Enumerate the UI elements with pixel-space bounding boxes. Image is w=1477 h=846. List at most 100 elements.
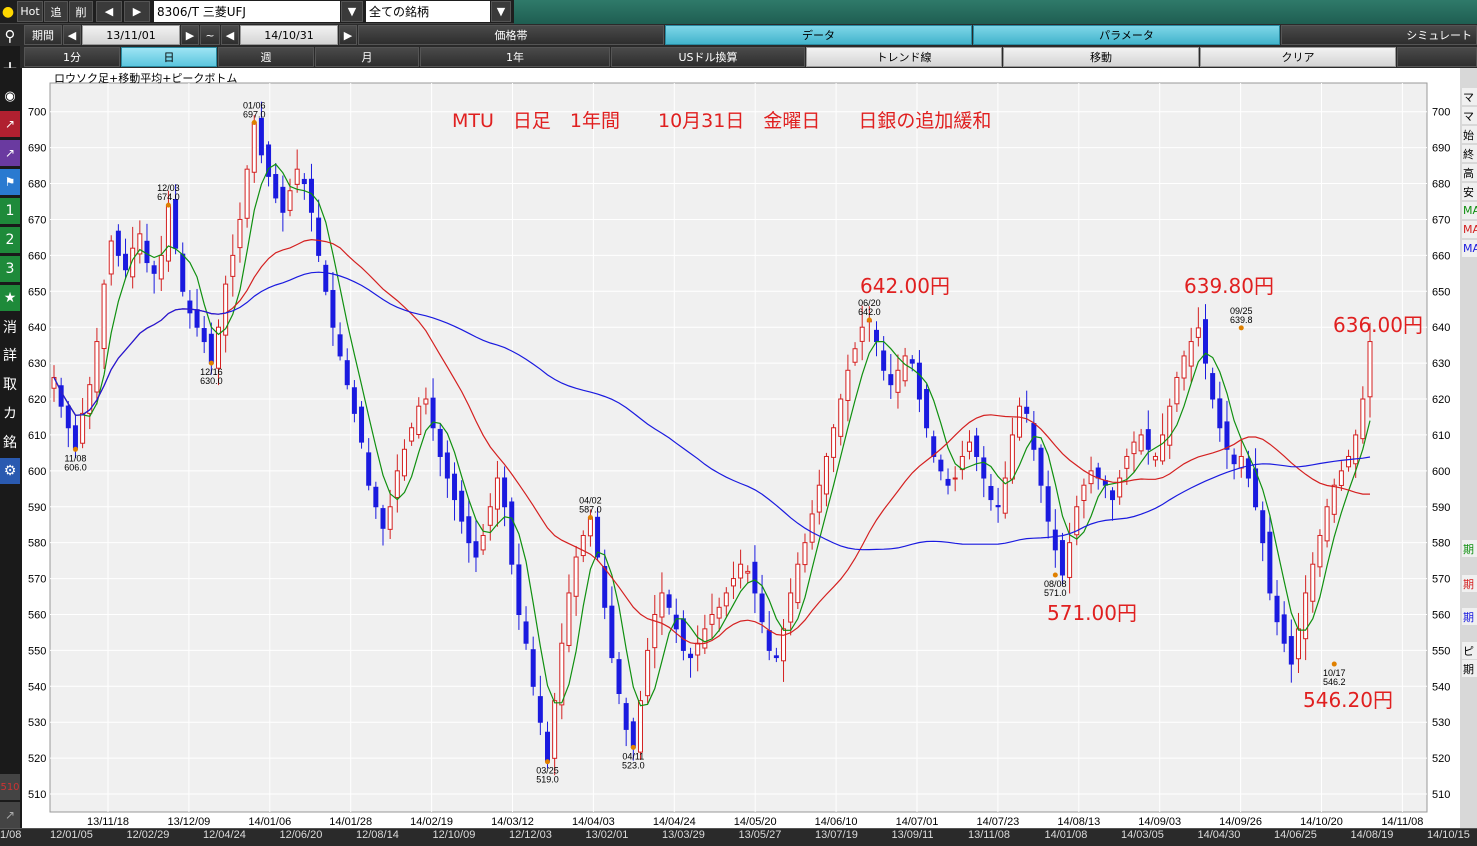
candle-body: [416, 405, 422, 436]
candle-body: [795, 563, 801, 604]
flag-icon[interactable]: ⚑: [0, 169, 20, 195]
period-from-prev-button[interactable]: ◀: [63, 25, 81, 45]
candle-body: [1338, 470, 1344, 486]
prev-symbol-button[interactable]: ◀: [96, 1, 122, 22]
candle-body: [688, 653, 694, 659]
candle-body: [1088, 470, 1094, 485]
right-panel-param[interactable]: 期: [1462, 608, 1477, 625]
interval-day-button[interactable]: 日: [121, 47, 217, 67]
candle-body: [216, 326, 221, 369]
right-panel-param[interactable]: 期: [1462, 575, 1477, 592]
group-dropdown-button[interactable]: ▼: [491, 1, 511, 22]
tool-trade-button[interactable]: 取: [0, 371, 20, 397]
period-to-input[interactable]: 14/10/31: [240, 25, 338, 45]
peak-marker: [1238, 325, 1244, 331]
right-panel-item[interactable]: マ: [1462, 88, 1477, 105]
right-panel-item[interactable]: MA: [1462, 240, 1477, 257]
clear-button[interactable]: クリア: [1200, 47, 1396, 67]
timeline-label: 12/12/03: [509, 829, 552, 841]
period-to-prev-button[interactable]: ◀: [221, 25, 239, 45]
candle-body: [158, 254, 164, 280]
right-panel-item[interactable]: MA: [1462, 202, 1477, 219]
y-tick-label-right: 510: [1432, 789, 1450, 801]
symbol-dropdown-button[interactable]: ▼: [341, 1, 363, 22]
candle-body: [888, 374, 894, 386]
candle-body: [716, 606, 722, 619]
tab-simulate[interactable]: シミュレート: [1281, 25, 1477, 45]
tab-price-band[interactable]: 価格帯: [358, 25, 664, 45]
right-panel-item[interactable]: 安: [1462, 183, 1477, 200]
extra-button[interactable]: [1397, 47, 1477, 67]
candle-body: [616, 659, 622, 694]
peak-marker: [630, 744, 636, 750]
mini-chart-icon[interactable]: 510: [0, 774, 20, 800]
add-button[interactable]: 追: [44, 1, 68, 22]
period-tilde: ~: [200, 25, 220, 45]
symbol-input[interactable]: 8306/T 三菱UFJ: [154, 1, 340, 22]
candle-body: [452, 473, 458, 501]
tab-data[interactable]: データ: [665, 25, 972, 45]
chart-line-icon[interactable]: ↗: [0, 111, 20, 137]
timeline-label: 13/11/08: [968, 829, 1011, 841]
group-select[interactable]: 全ての銘柄: [366, 1, 490, 22]
tool-force-button[interactable]: カ: [0, 400, 20, 426]
candle-body: [702, 628, 708, 649]
right-panel-item[interactable]: マ: [1462, 107, 1477, 124]
right-panel-item[interactable]: 始: [1462, 126, 1477, 143]
candle-body: [580, 534, 586, 557]
candle-body: [280, 186, 286, 213]
period-from-input[interactable]: 13/11/01: [82, 25, 180, 45]
preset-3-button[interactable]: 3: [0, 256, 20, 282]
candle-body: [1031, 423, 1037, 450]
period-from-next-button[interactable]: ▶: [181, 25, 199, 45]
chart-compare-icon[interactable]: ↗: [0, 140, 20, 166]
right-panel-param[interactable]: 期: [1462, 660, 1477, 677]
move-button[interactable]: 移動: [1003, 47, 1199, 67]
annotation-title: MTU 日足 1年間 10月31日 金曜日 日銀の追加緩和: [452, 110, 992, 132]
candle-body: [1045, 486, 1051, 522]
star-icon[interactable]: ★: [0, 285, 20, 311]
tool-symbol-button[interactable]: 銘: [0, 429, 20, 455]
ma-short-line: [53, 163, 1371, 707]
interval-month-button[interactable]: 月: [315, 47, 419, 67]
delete-button[interactable]: 削: [69, 1, 93, 22]
timeline-label: 12/02/29: [126, 829, 170, 841]
candle-body: [766, 630, 772, 651]
candle-body: [773, 655, 779, 659]
right-panel-item[interactable]: 終: [1462, 145, 1477, 162]
x-tick-label: 14/02/19: [410, 816, 453, 828]
y-tick-label-right: 540: [1432, 681, 1450, 693]
range-1year-button[interactable]: 1年: [420, 47, 610, 67]
candle-body: [874, 329, 879, 343]
candle-body: [573, 556, 579, 597]
candle-body: [902, 355, 908, 382]
preset-1-button[interactable]: 1: [0, 198, 20, 224]
search-icon[interactable]: ⚲: [0, 25, 20, 47]
usd-convert-button[interactable]: USドル換算: [611, 47, 805, 67]
tool-erase-button[interactable]: 消: [0, 314, 20, 340]
tab-parameter[interactable]: パラメータ: [973, 25, 1280, 45]
interval-1min-button[interactable]: 1分: [24, 47, 120, 67]
right-panel-item[interactable]: MA: [1462, 221, 1477, 238]
candle-body: [738, 563, 744, 579]
right-panel-param[interactable]: 期: [1462, 540, 1477, 557]
candle-body: [208, 333, 214, 364]
right-panel-param[interactable]: ピ: [1462, 642, 1477, 659]
next-symbol-button[interactable]: ▶: [124, 1, 150, 22]
period-to-next-button[interactable]: ▶: [339, 25, 357, 45]
interval-week-button[interactable]: 週: [218, 47, 314, 67]
tool-detail-button[interactable]: 詳: [0, 342, 20, 368]
candle-body: [652, 613, 658, 649]
mini-chart2-icon[interactable]: ↗: [0, 802, 20, 828]
preset-2-button[interactable]: 2: [0, 227, 20, 253]
trend-line-button[interactable]: トレンド線: [806, 47, 1002, 67]
hot-button[interactable]: Hot: [17, 1, 43, 22]
gear-icon[interactable]: ⚙: [0, 458, 20, 484]
timeline-label: 13/02/01: [585, 829, 629, 841]
triangle-right-icon: ▶: [185, 28, 195, 42]
candle-body: [1210, 373, 1216, 400]
timeline-label: 1/08: [0, 829, 22, 841]
bulb-icon[interactable]: ●: [0, 1, 16, 22]
camera-icon[interactable]: ◉: [0, 83, 20, 109]
right-panel-item[interactable]: 高: [1462, 164, 1477, 181]
